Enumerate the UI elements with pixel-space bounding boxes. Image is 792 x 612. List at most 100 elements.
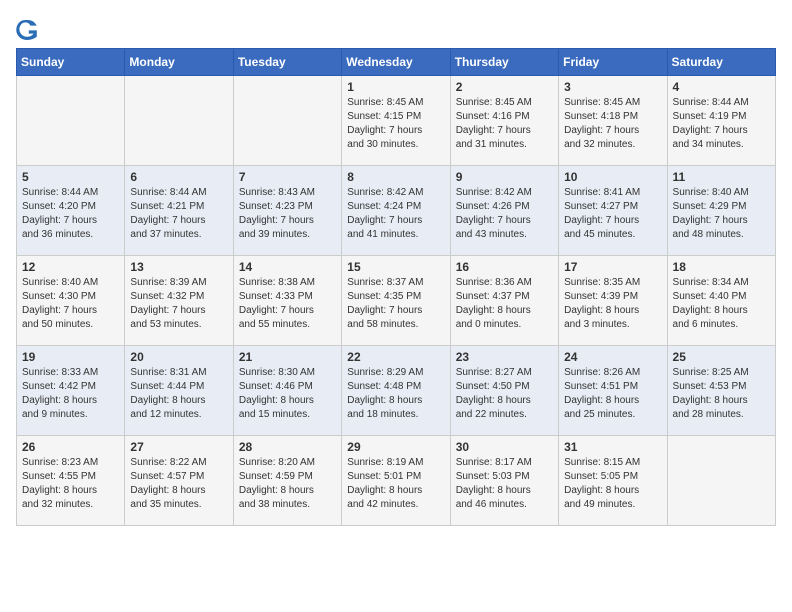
weekday-header-saturday: Saturday xyxy=(667,49,775,76)
logo xyxy=(16,16,44,40)
day-info: Sunrise: 8:44 AM Sunset: 4:20 PM Dayligh… xyxy=(22,186,119,242)
day-info: Sunrise: 8:42 AM Sunset: 4:26 PM Dayligh… xyxy=(456,186,553,242)
calendar-cell: 13 Sunrise: 8:39 AM Sunset: 4:32 PM Dayli… xyxy=(125,256,233,346)
calendar-week-3: 12 Sunrise: 8:40 AM Sunset: 4:30 PM Dayli… xyxy=(17,256,776,346)
calendar-cell: 2 Sunrise: 8:45 AM Sunset: 4:16 PM Daylig… xyxy=(450,76,558,166)
calendar-cell: 9 Sunrise: 8:42 AM Sunset: 4:26 PM Daylig… xyxy=(450,166,558,256)
day-info: Sunrise: 8:26 AM Sunset: 4:51 PM Dayligh… xyxy=(564,366,661,422)
logo-icon xyxy=(16,16,40,40)
day-info: Sunrise: 8:31 AM Sunset: 4:44 PM Dayligh… xyxy=(130,366,227,422)
calendar-table: SundayMondayTuesdayWednesdayThursdayFrid… xyxy=(16,48,776,526)
day-info: Sunrise: 8:37 AM Sunset: 4:35 PM Dayligh… xyxy=(347,276,444,332)
calendar-cell: 26 Sunrise: 8:23 AM Sunset: 4:55 PM Dayli… xyxy=(17,436,125,526)
day-info: Sunrise: 8:45 AM Sunset: 4:15 PM Dayligh… xyxy=(347,96,444,152)
day-info: Sunrise: 8:23 AM Sunset: 4:55 PM Dayligh… xyxy=(22,456,119,512)
calendar-week-4: 19 Sunrise: 8:33 AM Sunset: 4:42 PM Dayli… xyxy=(17,346,776,436)
day-info: Sunrise: 8:44 AM Sunset: 4:19 PM Dayligh… xyxy=(673,96,770,152)
day-number: 24 xyxy=(564,350,661,364)
day-number: 29 xyxy=(347,440,444,454)
calendar-cell: 31 Sunrise: 8:15 AM Sunset: 5:05 PM Dayli… xyxy=(559,436,667,526)
day-info: Sunrise: 8:36 AM Sunset: 4:37 PM Dayligh… xyxy=(456,276,553,332)
day-info: Sunrise: 8:39 AM Sunset: 4:32 PM Dayligh… xyxy=(130,276,227,332)
calendar-cell: 15 Sunrise: 8:37 AM Sunset: 4:35 PM Dayli… xyxy=(342,256,450,346)
day-info: Sunrise: 8:38 AM Sunset: 4:33 PM Dayligh… xyxy=(239,276,336,332)
calendar-cell: 6Sunrise: 8:44 AM Sunset: 4:21 PM Daylig… xyxy=(125,166,233,256)
calendar-cell: 24 Sunrise: 8:26 AM Sunset: 4:51 PM Dayli… xyxy=(559,346,667,436)
calendar-cell: 18Sunrise: 8:34 AM Sunset: 4:40 PM Dayli… xyxy=(667,256,775,346)
day-number: 14 xyxy=(239,260,336,274)
weekday-header-wednesday: Wednesday xyxy=(342,49,450,76)
weekday-header-friday: Friday xyxy=(559,49,667,76)
day-number: 4 xyxy=(673,80,770,94)
day-number: 13 xyxy=(130,260,227,274)
calendar-cell: 3 Sunrise: 8:45 AM Sunset: 4:18 PM Daylig… xyxy=(559,76,667,166)
day-info: Sunrise: 8:33 AM Sunset: 4:42 PM Dayligh… xyxy=(22,366,119,422)
weekday-header-row: SundayMondayTuesdayWednesdayThursdayFrid… xyxy=(17,49,776,76)
calendar-cell: 12 Sunrise: 8:40 AM Sunset: 4:30 PM Dayli… xyxy=(17,256,125,346)
calendar-cell xyxy=(233,76,341,166)
day-number: 28 xyxy=(239,440,336,454)
calendar-cell: 7 Sunrise: 8:43 AM Sunset: 4:23 PM Daylig… xyxy=(233,166,341,256)
page-header xyxy=(16,16,776,40)
calendar-cell: 23 Sunrise: 8:27 AM Sunset: 4:50 PM Dayli… xyxy=(450,346,558,436)
calendar-cell: 29 Sunrise: 8:19 AM Sunset: 5:01 PM Dayli… xyxy=(342,436,450,526)
day-info: Sunrise: 8:29 AM Sunset: 4:48 PM Dayligh… xyxy=(347,366,444,422)
day-info: Sunrise: 8:15 AM Sunset: 5:05 PM Dayligh… xyxy=(564,456,661,512)
day-info: Sunrise: 8:19 AM Sunset: 5:01 PM Dayligh… xyxy=(347,456,444,512)
calendar-cell: 8 Sunrise: 8:42 AM Sunset: 4:24 PM Daylig… xyxy=(342,166,450,256)
day-info: Sunrise: 8:42 AM Sunset: 4:24 PM Dayligh… xyxy=(347,186,444,242)
calendar-cell: 20 Sunrise: 8:31 AM Sunset: 4:44 PM Dayli… xyxy=(125,346,233,436)
calendar-cell: 17Sunrise: 8:35 AM Sunset: 4:39 PM Dayli… xyxy=(559,256,667,346)
calendar-week-2: 5 Sunrise: 8:44 AM Sunset: 4:20 PM Daylig… xyxy=(17,166,776,256)
day-number: 15 xyxy=(347,260,444,274)
day-number: 6 xyxy=(130,170,227,184)
calendar-cell: 1 Sunrise: 8:45 AM Sunset: 4:15 PM Daylig… xyxy=(342,76,450,166)
day-number: 25 xyxy=(673,350,770,364)
calendar-cell: 16 Sunrise: 8:36 AM Sunset: 4:37 PM Dayli… xyxy=(450,256,558,346)
day-info: Sunrise: 8:40 AM Sunset: 4:29 PM Dayligh… xyxy=(673,186,770,242)
day-number: 26 xyxy=(22,440,119,454)
day-number: 30 xyxy=(456,440,553,454)
day-info: Sunrise: 8:34 AM Sunset: 4:40 PM Dayligh… xyxy=(673,276,770,332)
day-number: 23 xyxy=(456,350,553,364)
day-number: 21 xyxy=(239,350,336,364)
day-number: 3 xyxy=(564,80,661,94)
day-number: 27 xyxy=(130,440,227,454)
day-number: 8 xyxy=(347,170,444,184)
calendar-cell: 10Sunrise: 8:41 AM Sunset: 4:27 PM Dayli… xyxy=(559,166,667,256)
day-number: 12 xyxy=(22,260,119,274)
calendar-cell xyxy=(125,76,233,166)
calendar-cell: 28Sunrise: 8:20 AM Sunset: 4:59 PM Dayli… xyxy=(233,436,341,526)
day-info: Sunrise: 8:25 AM Sunset: 4:53 PM Dayligh… xyxy=(673,366,770,422)
day-number: 7 xyxy=(239,170,336,184)
day-number: 16 xyxy=(456,260,553,274)
calendar-week-5: 26 Sunrise: 8:23 AM Sunset: 4:55 PM Dayli… xyxy=(17,436,776,526)
day-number: 11 xyxy=(673,170,770,184)
calendar-cell: 27 Sunrise: 8:22 AM Sunset: 4:57 PM Dayli… xyxy=(125,436,233,526)
day-info: Sunrise: 8:22 AM Sunset: 4:57 PM Dayligh… xyxy=(130,456,227,512)
calendar-cell: 4 Sunrise: 8:44 AM Sunset: 4:19 PM Daylig… xyxy=(667,76,775,166)
day-info: Sunrise: 8:30 AM Sunset: 4:46 PM Dayligh… xyxy=(239,366,336,422)
calendar-cell: 14 Sunrise: 8:38 AM Sunset: 4:33 PM Dayli… xyxy=(233,256,341,346)
weekday-header-sunday: Sunday xyxy=(17,49,125,76)
day-info: Sunrise: 8:17 AM Sunset: 5:03 PM Dayligh… xyxy=(456,456,553,512)
day-number: 17 xyxy=(564,260,661,274)
calendar-cell: 19 Sunrise: 8:33 AM Sunset: 4:42 PM Dayli… xyxy=(17,346,125,436)
day-number: 31 xyxy=(564,440,661,454)
day-number: 1 xyxy=(347,80,444,94)
day-number: 9 xyxy=(456,170,553,184)
weekday-header-tuesday: Tuesday xyxy=(233,49,341,76)
calendar-cell: 25 Sunrise: 8:25 AM Sunset: 4:53 PM Dayli… xyxy=(667,346,775,436)
day-number: 19 xyxy=(22,350,119,364)
calendar-cell: 30 Sunrise: 8:17 AM Sunset: 5:03 PM Dayli… xyxy=(450,436,558,526)
day-number: 2 xyxy=(456,80,553,94)
day-info: Sunrise: 8:43 AM Sunset: 4:23 PM Dayligh… xyxy=(239,186,336,242)
day-info: Sunrise: 8:45 AM Sunset: 4:18 PM Dayligh… xyxy=(564,96,661,152)
day-info: Sunrise: 8:40 AM Sunset: 4:30 PM Dayligh… xyxy=(22,276,119,332)
day-info: Sunrise: 8:27 AM Sunset: 4:50 PM Dayligh… xyxy=(456,366,553,422)
day-number: 20 xyxy=(130,350,227,364)
day-info: Sunrise: 8:45 AM Sunset: 4:16 PM Dayligh… xyxy=(456,96,553,152)
calendar-cell xyxy=(17,76,125,166)
weekday-header-thursday: Thursday xyxy=(450,49,558,76)
day-number: 5 xyxy=(22,170,119,184)
